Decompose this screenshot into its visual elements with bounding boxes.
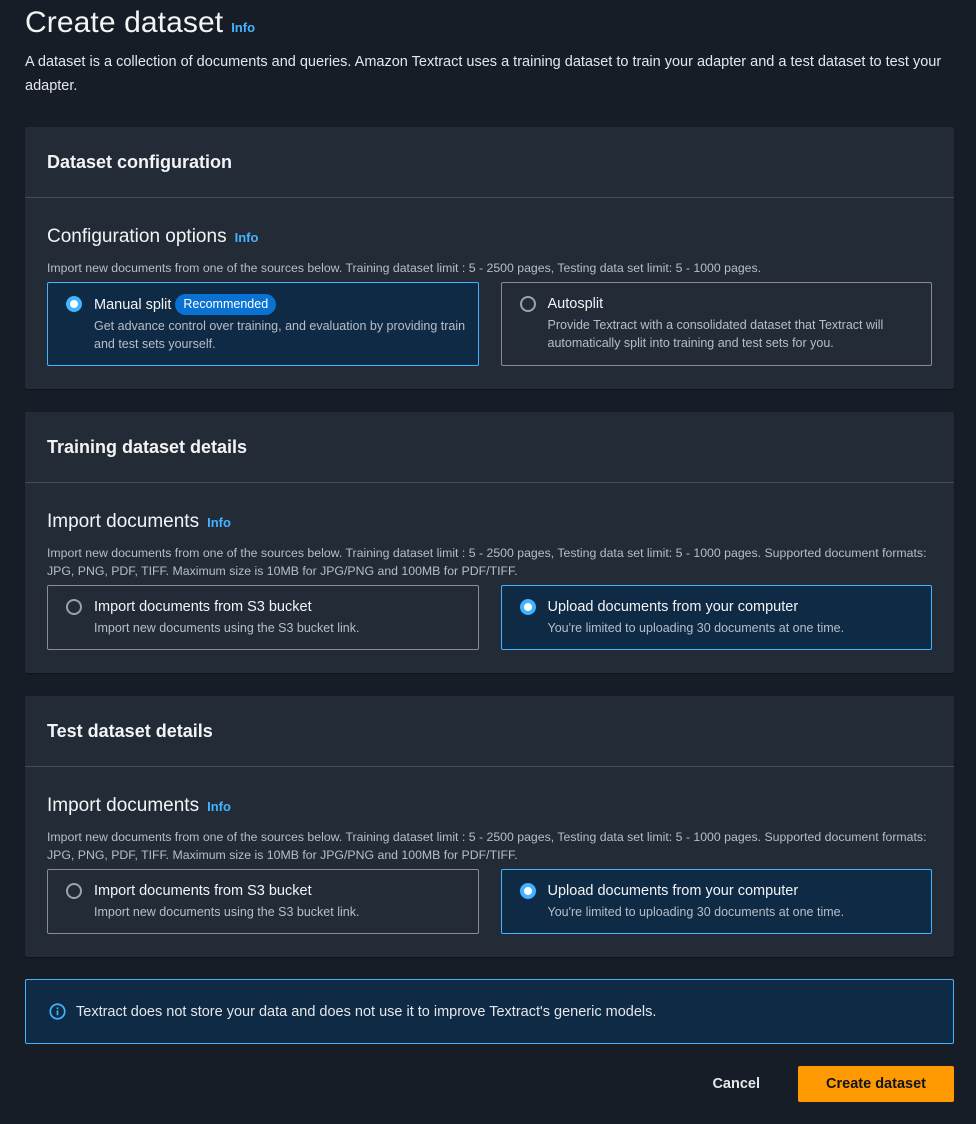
training-s3-bucket-description: Import new documents using the S3 bucket…	[94, 621, 360, 635]
page-title-row: Create dataset Info	[25, 6, 954, 40]
test-import-title-row: Import documents Info	[47, 795, 932, 817]
manual-split-label-row: Manual split Recommended	[94, 294, 466, 315]
configuration-options-description: Import new documents from one of the sou…	[47, 261, 762, 275]
training-upload-text: Upload documents from your computer You'…	[548, 597, 845, 637]
test-s3-bucket-label: Import documents from S3 bucket	[94, 883, 312, 899]
create-dataset-button[interactable]: Create dataset	[798, 1066, 954, 1102]
training-s3-bucket-label: Import documents from S3 bucket	[94, 599, 312, 615]
test-dataset-body: Import documents Info Import new documen…	[25, 767, 954, 957]
autosplit-label: Autosplit	[547, 296, 604, 312]
test-upload-label: Upload documents from your computer	[547, 883, 799, 899]
training-dataset-container: Training dataset details Import document…	[25, 412, 954, 673]
training-upload-tile[interactable]: Upload documents from your computer You'…	[500, 585, 932, 650]
training-upload-radio[interactable]	[519, 599, 536, 615]
recommended-badge: Recommended	[175, 294, 277, 315]
manual-split-radio[interactable]	[66, 296, 82, 312]
test-dataset-title: Test dataset details	[47, 720, 213, 741]
autosplit-radio[interactable]	[519, 296, 536, 312]
test-import-description: Import new documents from one of the sou…	[47, 830, 927, 862]
test-dataset-header: Test dataset details	[25, 696, 954, 767]
info-circle-icon	[49, 1003, 66, 1020]
configuration-options-tiles: Manual split Recommended Get advance con…	[47, 282, 932, 366]
test-s3-bucket-description: Import new documents using the S3 bucket…	[94, 905, 360, 919]
page-description: A dataset is a collection of documents a…	[25, 54, 942, 94]
training-s3-bucket-radio[interactable]	[66, 599, 82, 615]
manual-split-label: Manual split	[94, 296, 172, 313]
autosplit-description: Provide Textract with a consolidated dat…	[547, 318, 884, 350]
dataset-configuration-body: Configuration options Info Import new do…	[25, 198, 954, 389]
test-s3-bucket-tile[interactable]: Import documents from S3 bucket Import n…	[47, 869, 479, 934]
training-upload-description: You're limited to uploading 30 documents…	[547, 621, 845, 635]
manual-split-text: Manual split Recommended Get advance con…	[94, 294, 466, 353]
alert-text: Textract does not store your data and do…	[76, 1003, 657, 1020]
test-upload-radio[interactable]	[519, 883, 536, 899]
training-upload-label: Upload documents from your computer	[547, 599, 799, 615]
dataset-configuration-title: Dataset configuration	[47, 151, 233, 172]
training-import-description: Import new documents from one of the sou…	[47, 546, 927, 578]
cancel-button[interactable]: Cancel	[696, 1068, 776, 1100]
autosplit-tile[interactable]: Autosplit Provide Textract with a consol…	[500, 282, 932, 366]
test-upload-text: Upload documents from your computer You'…	[548, 881, 845, 921]
test-s3-bucket-radio[interactable]	[66, 883, 82, 899]
test-import-title: Import documents	[47, 795, 200, 816]
training-import-title: Import documents	[47, 511, 200, 532]
training-dataset-body: Import documents Info Import new documen…	[25, 483, 954, 673]
page-header: Create dataset Info A dataset is a colle…	[25, 0, 954, 98]
training-dataset-header: Training dataset details	[25, 412, 954, 483]
dataset-configuration-header: Dataset configuration	[25, 127, 954, 198]
autosplit-text: Autosplit Provide Textract with a consol…	[548, 294, 920, 353]
test-dataset-container: Test dataset details Import documents In…	[25, 696, 954, 957]
configuration-options-title-row: Configuration options Info	[47, 226, 932, 248]
create-dataset-page: Create dataset Info A dataset is a colle…	[0, 0, 976, 1124]
configuration-options-info-link[interactable]: Info	[235, 230, 259, 245]
training-import-title-row: Import documents Info	[47, 511, 932, 533]
training-import-info-link[interactable]: Info	[207, 515, 231, 530]
page-info-link[interactable]: Info	[231, 20, 255, 35]
training-dataset-title: Training dataset details	[47, 436, 248, 457]
test-import-tiles: Import documents from S3 bucket Import n…	[47, 869, 932, 934]
training-import-tiles: Import documents from S3 bucket Import n…	[47, 585, 932, 650]
dataset-configuration-container: Dataset configuration Configuration opti…	[25, 127, 954, 389]
manual-split-tile[interactable]: Manual split Recommended Get advance con…	[47, 282, 479, 366]
test-import-info-link[interactable]: Info	[207, 799, 231, 814]
configuration-options-title: Configuration options	[47, 226, 227, 247]
test-upload-tile[interactable]: Upload documents from your computer You'…	[500, 869, 932, 934]
form-actions: Cancel Create dataset	[25, 1066, 954, 1102]
page-title: Create dataset	[25, 6, 224, 39]
data-privacy-alert: Textract does not store your data and do…	[25, 979, 954, 1044]
test-s3-bucket-text: Import documents from S3 bucket Import n…	[94, 881, 359, 921]
training-s3-bucket-text: Import documents from S3 bucket Import n…	[94, 597, 359, 637]
training-s3-bucket-tile[interactable]: Import documents from S3 bucket Import n…	[47, 585, 479, 650]
manual-split-description: Get advance control over training, and e…	[94, 319, 466, 351]
test-upload-description: You're limited to uploading 30 documents…	[547, 905, 845, 919]
